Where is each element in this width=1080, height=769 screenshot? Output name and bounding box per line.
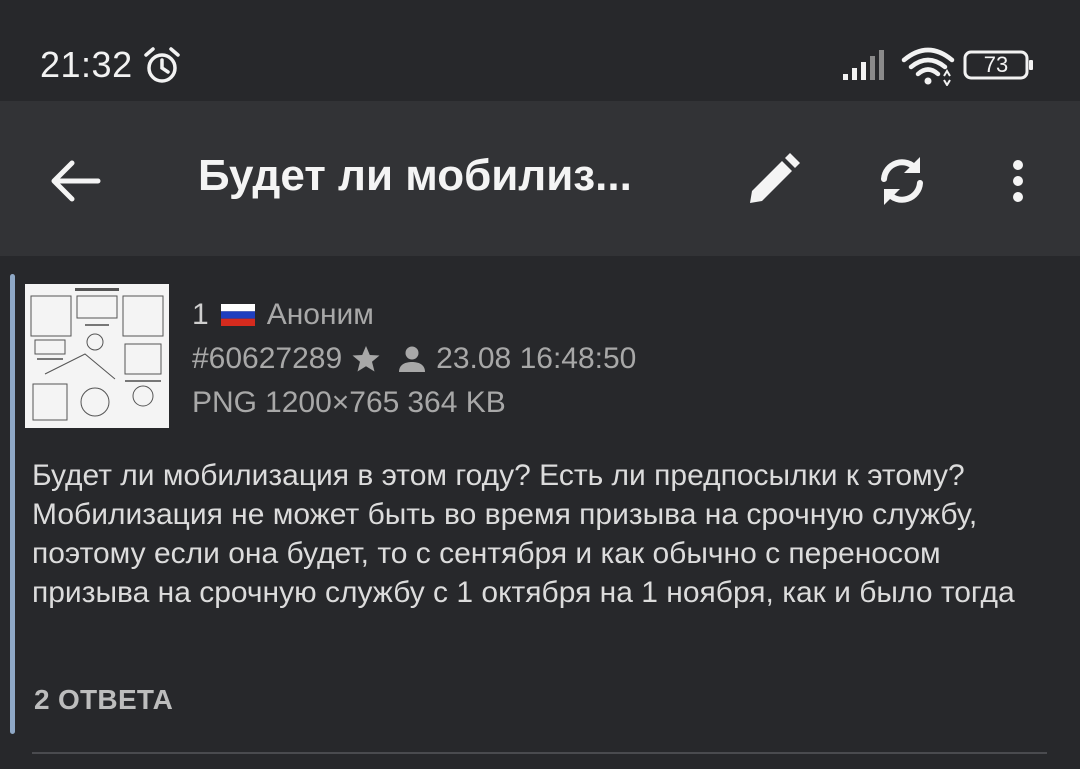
wifi-icon xyxy=(901,47,955,86)
alarm-icon xyxy=(144,47,180,83)
post-accent-bar xyxy=(10,274,15,734)
person-icon xyxy=(399,346,426,372)
post-meta: #60627289 23.08 16:48:50 xyxy=(192,342,636,376)
post-thumbnail[interactable] xyxy=(25,284,169,428)
post-number: 1 xyxy=(192,298,209,331)
status-bar: 21:32 73 xyxy=(0,0,1080,101)
signal-icon xyxy=(843,50,884,80)
file-type: PNG xyxy=(192,386,258,419)
post-body: Будет ли мобилизация в этом году? Есть л… xyxy=(32,459,1015,609)
file-dimensions: 1200×765 xyxy=(265,386,400,419)
status-time: 21:32 xyxy=(40,44,133,85)
replies-button[interactable]: 2 ОТВЕТА xyxy=(34,684,173,716)
battery-level: 73 xyxy=(983,52,1009,77)
russia-flag-icon xyxy=(220,304,255,326)
pencil-icon[interactable] xyxy=(742,151,802,211)
post-datetime: 23.08 16:48:50 xyxy=(436,342,637,375)
star-icon xyxy=(352,346,380,372)
file-size: 364 KB xyxy=(407,386,506,419)
thread-title: Будет ли мобилиз... xyxy=(198,151,632,200)
divider xyxy=(32,752,1047,754)
app-bar: Будет ли мобилиз... xyxy=(0,101,1080,256)
post-card: 1 Аноним #60627289 23.08 16:48:50 PNG 120… xyxy=(0,256,1080,769)
more-vertical-icon[interactable] xyxy=(996,151,1040,211)
refresh-icon[interactable] xyxy=(872,151,932,211)
file-info: PNG 1200×765 364 KB xyxy=(192,386,514,420)
post-id: #60627289 xyxy=(192,342,343,375)
post-author: Аноним xyxy=(266,298,374,331)
post-header: 1 Аноним xyxy=(192,298,374,332)
back-arrow-icon[interactable] xyxy=(44,153,108,209)
